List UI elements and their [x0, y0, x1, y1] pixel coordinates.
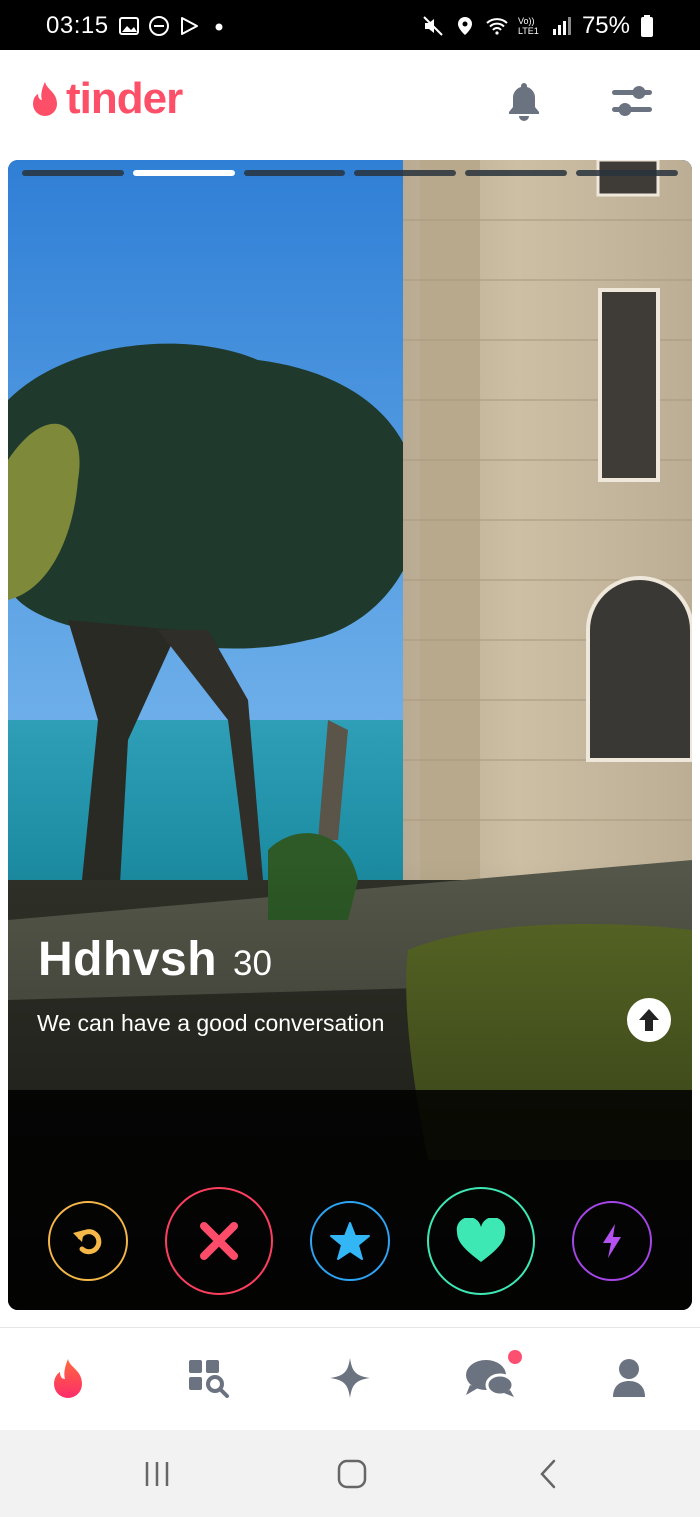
- nav-gold[interactable]: [320, 1348, 380, 1408]
- battery-icon: [641, 15, 653, 37]
- system-navigation-bar: [0, 1430, 700, 1517]
- bell-icon: [509, 83, 539, 121]
- photo-progress: [22, 170, 678, 178]
- photo-indicator[interactable]: [576, 170, 678, 176]
- home-icon: [337, 1459, 367, 1489]
- chat-icon: [466, 1360, 515, 1397]
- nav-profile[interactable]: [599, 1348, 659, 1408]
- flame-icon: [54, 1359, 82, 1398]
- logo-text: tinder: [66, 74, 183, 123]
- dnd-icon: [149, 16, 169, 36]
- photo-indicator[interactable]: [465, 170, 568, 176]
- nope-button[interactable]: [165, 1187, 273, 1295]
- photo-indicator-active[interactable]: [132, 170, 235, 176]
- photo-indicator[interactable]: [22, 170, 124, 176]
- status-right-icons: Vo)) LTE1 75%: [422, 12, 654, 40]
- battery-percent: 75%: [581, 12, 630, 39]
- location-icon: [457, 17, 472, 35]
- recents-icon: [145, 1462, 169, 1486]
- lte-icon: Vo)) LTE1: [517, 16, 539, 36]
- filters-button[interactable]: [610, 78, 654, 124]
- open-profile-button[interactable]: [627, 998, 671, 1042]
- x-icon: [200, 1222, 238, 1260]
- profile-name-row: Hdhvsh 30: [38, 932, 272, 987]
- bottom-navigation: [0, 1327, 700, 1431]
- signal-icon: [552, 17, 571, 35]
- image-icon: [119, 17, 139, 35]
- boost-button[interactable]: [572, 1201, 652, 1281]
- photo-indicator[interactable]: [354, 170, 457, 176]
- profile-bio: We can have a good conversation: [37, 1010, 385, 1036]
- explore-grid-icon: [189, 1360, 229, 1398]
- messages-notification-dot: [508, 1350, 522, 1364]
- photo-indicator[interactable]: [243, 170, 346, 176]
- recents-button[interactable]: [127, 1454, 187, 1494]
- filter-sliders-icon: [612, 86, 652, 116]
- mute-icon: [423, 16, 443, 36]
- status-time: 03:15: [46, 12, 109, 39]
- profile-photo[interactable]: [8, 160, 692, 1310]
- status-bar: 03:15 Vo)) LTE1 75%: [0, 0, 700, 50]
- sparkle-icon: [330, 1358, 370, 1398]
- like-button[interactable]: [427, 1187, 535, 1295]
- back-button[interactable]: [518, 1454, 578, 1494]
- back-icon: [540, 1459, 556, 1489]
- dot-icon: [215, 23, 223, 31]
- nav-home[interactable]: [38, 1348, 98, 1408]
- rewind-icon: [73, 1229, 102, 1255]
- nav-explore[interactable]: [179, 1348, 239, 1408]
- heart-icon: [456, 1218, 506, 1262]
- status-left-icons: [118, 12, 230, 40]
- user-icon: [613, 1359, 645, 1397]
- profile-name: Hdhvsh: [38, 933, 218, 986]
- super-like-button[interactable]: [310, 1201, 390, 1281]
- bolt-icon: [603, 1224, 621, 1258]
- notifications-button[interactable]: [502, 78, 546, 124]
- wifi-icon: [486, 18, 508, 35]
- flame-logo-icon: [33, 82, 57, 116]
- profile-age: 30: [233, 944, 272, 983]
- rewind-button[interactable]: [48, 1201, 128, 1281]
- arrow-up-icon: [639, 1009, 659, 1031]
- play-icon: [181, 17, 198, 35]
- tinder-logo: tinder: [28, 74, 183, 123]
- profile-card[interactable]: Hdhvsh 30 We can have a good conversatio…: [8, 160, 692, 1310]
- home-button[interactable]: [322, 1454, 382, 1494]
- star-icon: [330, 1222, 370, 1260]
